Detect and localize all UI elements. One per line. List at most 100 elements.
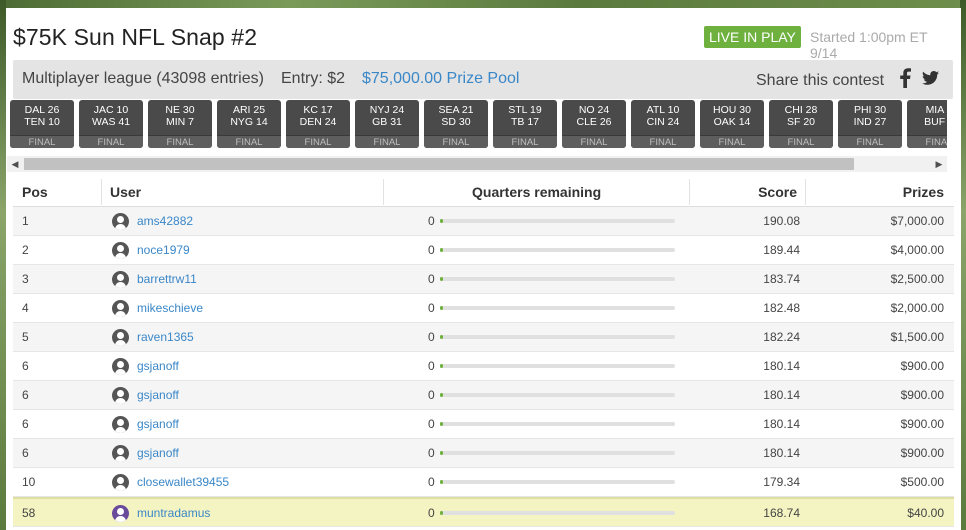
game-status: FINAL (631, 135, 695, 148)
row-prize: $900.00 (900, 446, 944, 460)
quarters-progress-bar (440, 422, 675, 426)
avatar-icon (112, 213, 129, 230)
twitter-icon[interactable] (922, 70, 939, 86)
share-label: Share this contest (756, 72, 885, 89)
game-score-box[interactable]: NYJ 24 GB 31 FINAL (355, 100, 419, 148)
header-score[interactable]: Score (758, 177, 797, 207)
header-divider (383, 179, 384, 205)
header-divider (689, 179, 690, 205)
game-status: FINAL (217, 135, 281, 148)
username-link[interactable]: mikeschieve (137, 294, 203, 323)
username-link[interactable]: barrettrw11 (137, 265, 197, 294)
header-divider (101, 179, 102, 205)
quarters-progress-bar (440, 393, 675, 397)
header-quarters[interactable]: Quarters remaining (472, 177, 601, 207)
table-row[interactable]: 3 barrettrw11 0 183.74 $2,500.00 (13, 265, 954, 294)
game-team-1: NYJ 24 (369, 104, 405, 116)
scores-scrollbar[interactable]: ◀ ▶ (7, 156, 947, 172)
game-team-2: NYG 14 (230, 116, 268, 128)
game-team-1: JAC 10 (93, 104, 129, 116)
table-row[interactable]: 6 gsjanoff 0 180.14 $900.00 (13, 439, 954, 468)
game-score-box[interactable]: JAC 10 WAS 41 FINAL (79, 100, 143, 148)
game-score-box[interactable]: NE 30 MIN 7 FINAL (148, 100, 212, 148)
table-row[interactable]: 5 raven1365 0 182.24 $1,500.00 (13, 323, 954, 352)
table-row[interactable]: 6 gsjanoff 0 180.14 $900.00 (13, 352, 954, 381)
game-score-box[interactable]: STL 19 TB 17 FINAL (493, 100, 557, 148)
avatar-icon (112, 242, 129, 259)
game-team-1: KC 17 (303, 104, 333, 116)
scroll-left-arrow-icon[interactable]: ◀ (7, 156, 23, 172)
progress-fill (440, 364, 443, 368)
game-score-box[interactable]: ARI 25 NYG 14 FINAL (217, 100, 281, 148)
game-score-box[interactable]: HOU 30 OAK 14 FINAL (700, 100, 764, 148)
prize-pool-link[interactable]: $75,000.00 Prize Pool (362, 70, 519, 88)
scroll-right-arrow-icon[interactable]: ▶ (931, 156, 947, 172)
row-prize: $7,000.00 (890, 214, 944, 228)
table-row[interactable]: 6 gsjanoff 0 180.14 $900.00 (13, 381, 954, 410)
table-row[interactable]: 1 ams42882 0 190.08 $7,000.00 (13, 207, 954, 236)
game-team-2: IND 27 (853, 116, 887, 128)
username-link[interactable]: ams42882 (137, 207, 193, 236)
progress-fill (440, 511, 443, 515)
row-prize: $4,000.00 (890, 243, 944, 257)
game-status: FINAL (355, 135, 419, 148)
table-row[interactable]: 58 muntradamus 0 168.74 $40.00 (13, 497, 954, 527)
row-score: 182.48 (763, 301, 800, 315)
game-team-2: MIN 7 (165, 116, 194, 128)
game-status: FINAL (562, 135, 626, 148)
quarters-remaining: 0 (428, 243, 435, 257)
quarters-remaining: 0 (428, 330, 435, 344)
scroll-thumb[interactable] (24, 158, 854, 170)
quarters-progress-bar (440, 306, 675, 310)
game-team-2: WAS 41 (91, 116, 131, 128)
quarters-progress-bar (440, 480, 675, 484)
facebook-icon[interactable] (899, 68, 911, 88)
username-link[interactable]: raven1365 (137, 323, 194, 352)
table-row[interactable]: 6 gsjanoff 0 180.14 $900.00 (13, 410, 954, 439)
game-score-box[interactable]: ATL 10 CIN 24 FINAL (631, 100, 695, 148)
game-team-2: CIN 24 (646, 116, 680, 128)
quarters-progress-bar (440, 277, 675, 281)
game-score-box[interactable]: CHI 28 SF 20 FINAL (769, 100, 833, 148)
row-score: 183.74 (763, 272, 800, 286)
game-score-box[interactable]: DAL 26 TEN 10 FINAL (10, 100, 74, 148)
header-user[interactable]: User (110, 177, 141, 207)
row-prize: $900.00 (900, 359, 944, 373)
table-body: 1 ams42882 0 190.08 $7,000.00 2 noce1979 0 189.4… (13, 207, 954, 527)
username-link[interactable]: gsjanoff (137, 439, 179, 468)
username-link[interactable]: muntradamus (137, 499, 210, 528)
game-score-box[interactable]: PHI 30 IND 27 FINAL (838, 100, 902, 148)
row-prize: $40.00 (907, 506, 944, 520)
header-prizes[interactable]: Prizes (903, 177, 944, 207)
table-header: Pos User Quarters remaining Score Prizes (13, 177, 954, 207)
username-link[interactable]: noce1979 (137, 236, 190, 265)
row-prize: $900.00 (900, 388, 944, 402)
game-team-1: NE 30 (165, 104, 195, 116)
row-score: 180.14 (763, 417, 800, 431)
row-position: 6 (22, 359, 29, 373)
row-score: 180.14 (763, 359, 800, 373)
username-link[interactable]: closewallet39455 (137, 468, 229, 497)
game-score-box[interactable]: KC 17 DEN 24 FINAL (286, 100, 350, 148)
row-prize: $500.00 (900, 475, 944, 489)
avatar-icon (112, 505, 129, 522)
row-position: 5 (22, 330, 29, 344)
username-link[interactable]: gsjanoff (137, 352, 179, 381)
progress-fill (440, 393, 443, 397)
table-row[interactable]: 2 noce1979 0 189.44 $4,000.00 (13, 236, 954, 265)
username-link[interactable]: gsjanoff (137, 381, 179, 410)
game-score-box[interactable]: SEA 21 SD 30 FINAL (424, 100, 488, 148)
game-team-1: DAL 26 (24, 104, 60, 116)
game-status: FINAL (907, 135, 947, 148)
username-link[interactable]: gsjanoff (137, 410, 179, 439)
game-score-box[interactable]: NO 24 CLE 26 FINAL (562, 100, 626, 148)
header-pos[interactable]: Pos (22, 177, 48, 207)
quarters-remaining: 0 (428, 388, 435, 402)
avatar-icon (112, 387, 129, 404)
table-row[interactable]: 4 mikeschieve 0 182.48 $2,000.00 (13, 294, 954, 323)
row-position: 6 (22, 417, 29, 431)
row-position: 6 (22, 388, 29, 402)
table-row[interactable]: 10 closewallet39455 0 179.34 $500.00 (13, 468, 954, 497)
contest-info-bar: Multiplayer league (43098 entries) Entry… (13, 60, 953, 99)
game-score-box[interactable]: MIA 1BUF 2 FINAL (907, 100, 947, 148)
